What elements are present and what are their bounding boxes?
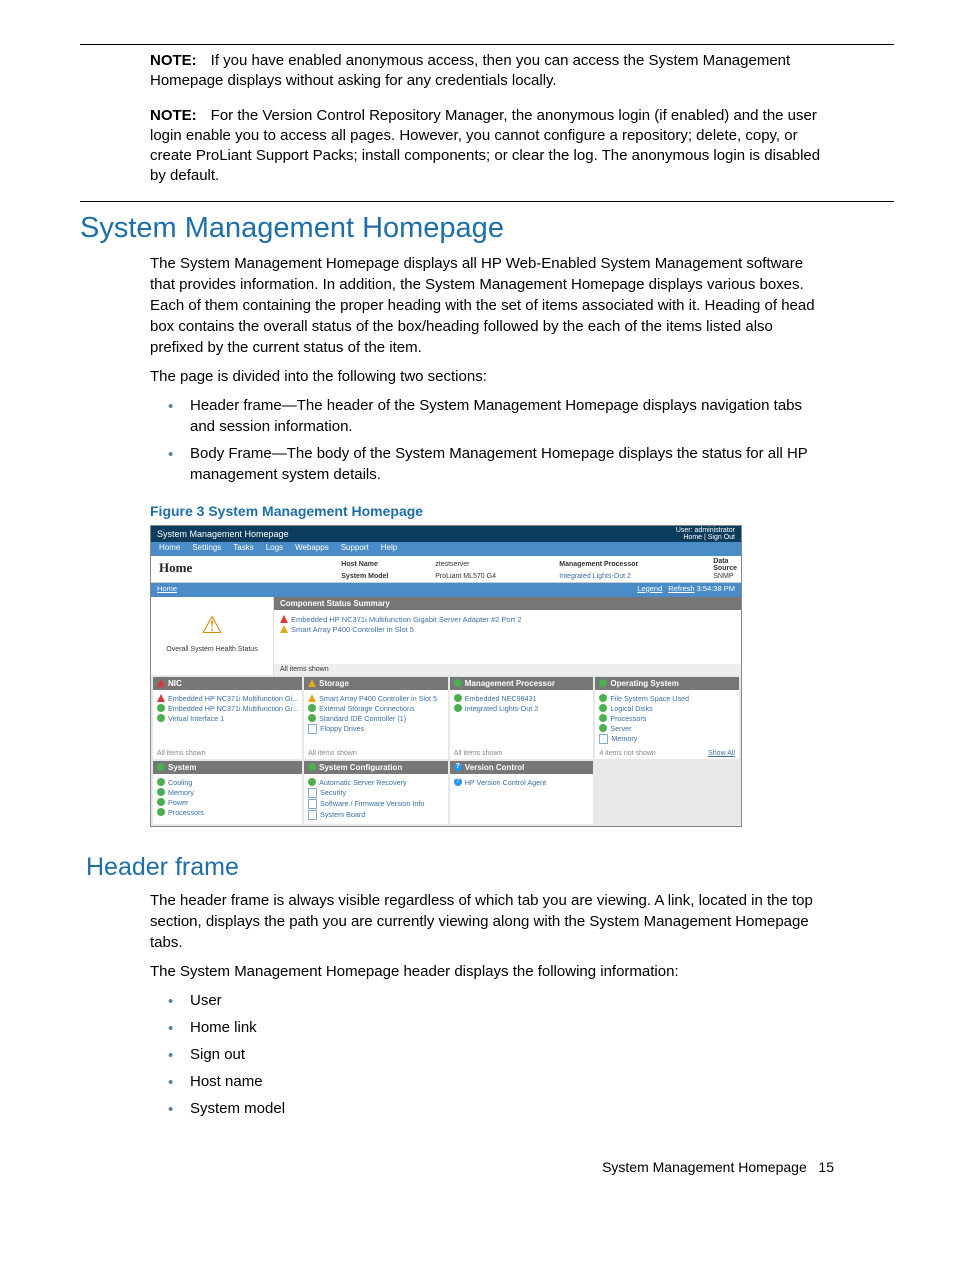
shot-page-title: Home <box>151 556 337 582</box>
breadcrumb[interactable]: Home <box>157 584 177 596</box>
hf-list-user: User <box>168 990 824 1011</box>
card-os[interactable]: Operating System File System Space Used … <box>595 677 739 759</box>
hf-list-sysmodel: System model <box>168 1098 824 1119</box>
note-1: NOTE:If you have enabled anonymous acces… <box>150 51 824 92</box>
card-storage[interactable]: Storage Smart Array P400 Controller in S… <box>304 677 448 759</box>
warning-icon <box>280 625 288 633</box>
health-label: Overall System Health Status <box>155 646 269 653</box>
refresh-link[interactable]: Refresh <box>668 584 694 593</box>
page-footer: System Management Homepage 15 <box>80 1159 834 1175</box>
note-2: NOTE:For the Version Control Repository … <box>150 106 824 187</box>
show-all-link[interactable]: Show All <box>708 750 735 757</box>
card-system[interactable]: System Cooling Memory Power Processors <box>153 761 302 824</box>
card-sysconfig[interactable]: System Configuration Automatic Server Re… <box>304 761 448 824</box>
para-1: The System Management Homepage displays … <box>150 253 824 358</box>
heading-header-frame: Header frame <box>86 853 894 882</box>
shot-title: System Management Homepage <box>157 529 289 539</box>
hf-para-2: The System Management Homepage header di… <box>150 961 824 982</box>
heading-smh: System Management Homepage <box>80 212 894 245</box>
card-nic[interactable]: NIC Embedded HP NC371i Multifunction Gi.… <box>153 677 302 759</box>
shot-menu[interactable]: HomeSettingsTasksLogsWebappsSupportHelp <box>151 542 741 556</box>
section-body-frame: Body Frame—The body of the System Manage… <box>168 443 824 485</box>
legend-link[interactable]: Legend <box>637 584 662 593</box>
section-header-frame: Header frame—The header of the System Ma… <box>168 395 824 437</box>
screenshot-smh: System Management Homepage User: adminis… <box>150 525 742 827</box>
para-2: The page is divided into the following t… <box>150 366 824 387</box>
hf-list-hostname: Host name <box>168 1071 824 1092</box>
critical-icon <box>280 615 288 623</box>
card-mgmt-proc[interactable]: Management Processor Embedded NEC98431 I… <box>450 677 594 759</box>
hf-list-home: Home link <box>168 1017 824 1038</box>
hf-para-1: The header frame is always visible regar… <box>150 890 824 953</box>
hf-list-signout: Sign out <box>168 1044 824 1065</box>
card-version-control[interactable]: ?Version Control ?HP Version Control Age… <box>450 761 594 824</box>
figure-caption: Figure 3 System Management Homepage <box>150 503 824 519</box>
health-status-icon: ⚠ <box>155 611 269 640</box>
component-summary-header: Component Status Summary <box>274 597 741 610</box>
